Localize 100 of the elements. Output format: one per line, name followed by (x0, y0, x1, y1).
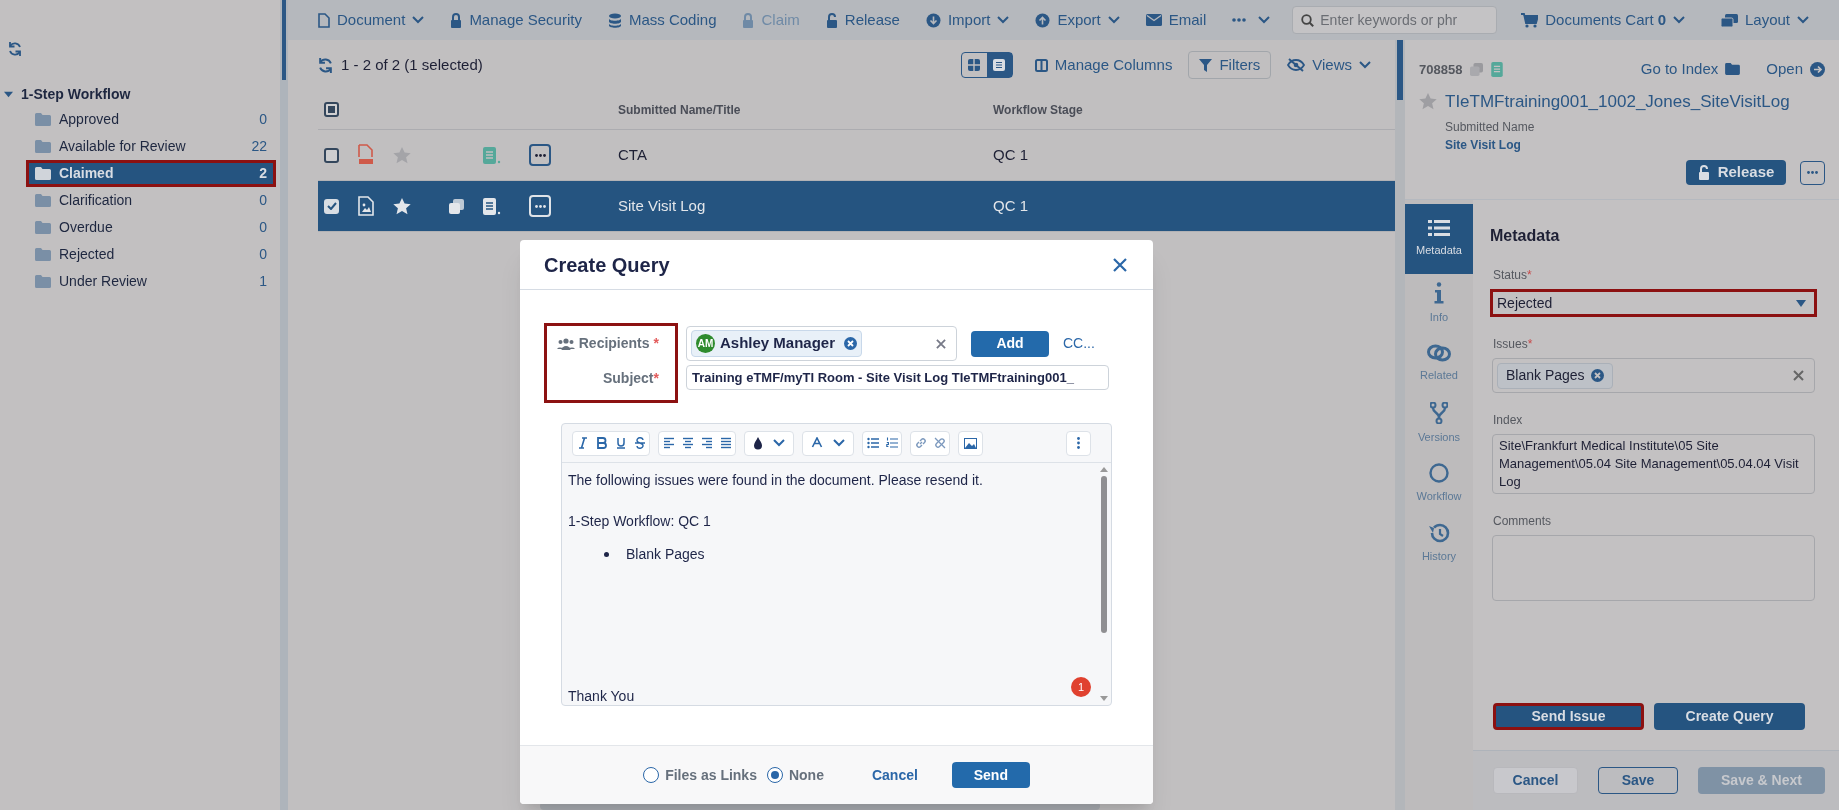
padlock-icon (742, 12, 755, 28)
add-button[interactable]: Add (971, 330, 1049, 357)
close-button[interactable] (1113, 256, 1129, 273)
toolbar-button[interactable]: Document (318, 8, 425, 32)
folder-icon (35, 140, 51, 153)
star-icon (393, 146, 411, 164)
toolbar-button[interactable]: Mass Coding (607, 8, 717, 32)
bullet-item: Blank Pages (626, 545, 705, 564)
row-checkbox[interactable] (324, 147, 339, 163)
history-icon (1428, 523, 1450, 544)
column-header[interactable]: Workflow Stage (993, 102, 1083, 117)
status-dropdown[interactable]: Rejected (1490, 289, 1817, 317)
document-status-icon (1491, 61, 1504, 77)
folder-item[interactable]: Available for Review 22 (26, 133, 276, 160)
unlocked-padlock-icon (1697, 165, 1710, 180)
documents-cart-button[interactable]: Documents Cart 0 (1521, 8, 1686, 32)
folder-item[interactable]: Claimed 2 (26, 160, 276, 187)
manage-columns-button[interactable]: Manage Columns (1034, 53, 1173, 77)
avatar-initials: AM (696, 334, 715, 353)
envelope-icon (1145, 14, 1162, 26)
cart-icon (1521, 12, 1539, 28)
view-toggle[interactable] (986, 53, 1012, 77)
section-title: Metadata (1490, 226, 1560, 246)
go-to-index-link[interactable]: Go to Index (1640, 58, 1741, 81)
toolbar-button[interactable]: Export (1035, 8, 1120, 32)
folder-icon (35, 194, 51, 207)
chevron-down-icon (412, 16, 425, 24)
grid-icon (968, 59, 981, 71)
document-status-icon (483, 197, 501, 215)
footer-button[interactable]: Cancel (1493, 767, 1578, 794)
toolbar-button[interactable]: Manage Security (450, 8, 582, 32)
issues-field[interactable]: Blank Pages (1492, 358, 1815, 393)
layout-button[interactable]: Layout (1720, 8, 1809, 32)
side-tab[interactable]: Versions (1405, 394, 1473, 454)
more-button[interactable] (1800, 160, 1825, 185)
folder-item[interactable]: Clarification 0 (26, 187, 276, 214)
count-label: 1 (259, 272, 267, 291)
folder-item[interactable]: Rejected 0 (26, 241, 276, 268)
open-link[interactable]: Open (1766, 58, 1825, 81)
search-icon (1301, 13, 1315, 27)
search-field[interactable]: Enter keywords or phr (1292, 6, 1498, 34)
insert-image-button[interactable] (958, 430, 983, 456)
message-paragraph: 1-Step Workflow: QC 1 (568, 512, 711, 531)
action-button[interactable]: Send Issue (1493, 703, 1644, 730)
folder-item[interactable]: Overdue 0 (26, 214, 276, 241)
clear-icon (936, 338, 946, 349)
folder-item[interactable]: Under Review 1 (26, 268, 276, 295)
ellipsis-icon (534, 153, 546, 157)
tag-chip[interactable]: Blank Pages (1497, 362, 1613, 389)
toolbar-button[interactable]: Email (1145, 8, 1207, 32)
ellipsis-icon (1232, 18, 1247, 22)
row-actions-button[interactable] (529, 144, 551, 166)
more-options-button[interactable] (1066, 430, 1091, 456)
count-label: 0 (259, 191, 267, 210)
align-left-icon (662, 437, 675, 449)
subject-field[interactable]: Training eTMF/myTI Room - Site Visit Log TIeTMFtraining001_ (686, 365, 1109, 390)
cc-link[interactable]: CC... (1063, 333, 1095, 354)
text-color-dropdown[interactable] (744, 430, 794, 456)
cancel-button[interactable]: Cancel (855, 764, 934, 786)
side-tab[interactable]: Related (1405, 334, 1473, 394)
star-icon (393, 197, 411, 215)
checkmark-icon (326, 202, 337, 210)
submitted-name: Site Visit Log (1445, 137, 1521, 154)
info-icon (1434, 282, 1444, 305)
notification-badge: 1 (1071, 677, 1091, 697)
tree-node[interactable]: 1-Step Workflow (0, 82, 135, 106)
underline-icon (614, 437, 627, 449)
side-tab[interactable]: Metadata (1405, 204, 1473, 274)
filters-button[interactable]: Filters (1188, 51, 1272, 79)
more-button[interactable] (1232, 16, 1271, 24)
select-all-checkbox[interactable] (324, 102, 339, 117)
comments-field[interactable] (1492, 535, 1815, 601)
font-color-dropdown[interactable] (802, 430, 854, 456)
views-button[interactable]: Views (1287, 53, 1371, 77)
refresh-icon (8, 42, 22, 56)
message-paragraph: The following issues were found in the document. Please resend it. (568, 471, 983, 490)
letter-a-icon (811, 437, 823, 449)
folder-item[interactable]: Approved 0 (26, 106, 276, 133)
database-icon (607, 12, 622, 28)
numbered-list-icon (885, 437, 898, 449)
send-button[interactable]: Send (951, 762, 1030, 788)
side-tab[interactable]: Info (1405, 274, 1473, 334)
recipients-field[interactable]: AM Ashley Manager (686, 326, 957, 361)
release-button[interactable]: Release (1686, 160, 1786, 185)
action-button[interactable]: Create Query (1654, 703, 1805, 730)
side-tab[interactable]: Workflow (1405, 454, 1473, 514)
toolbar-button[interactable]: Release (825, 8, 900, 32)
link-icon (1427, 344, 1451, 363)
recipient-chip[interactable]: AM Ashley Manager (691, 330, 863, 357)
radio-option[interactable]: None (766, 764, 824, 786)
rich-text-editor[interactable]: The following issues were found in the document. Please resend it. 1-Step Workflow: QC 1 Blank Pages Thank You 1 (561, 423, 1112, 706)
toolbar-button[interactable]: Import (925, 8, 1010, 32)
chevron-down-icon (1107, 16, 1120, 24)
footer-button[interactable]: Save (1598, 767, 1678, 794)
column-header[interactable]: Submitted Name/Title (618, 102, 741, 117)
side-tab[interactable]: History (1405, 514, 1473, 574)
justify-icon (719, 437, 732, 449)
count-label: 22 (251, 137, 267, 156)
document-status-icon (483, 146, 501, 164)
radio-option[interactable]: Files as Links (643, 764, 757, 786)
